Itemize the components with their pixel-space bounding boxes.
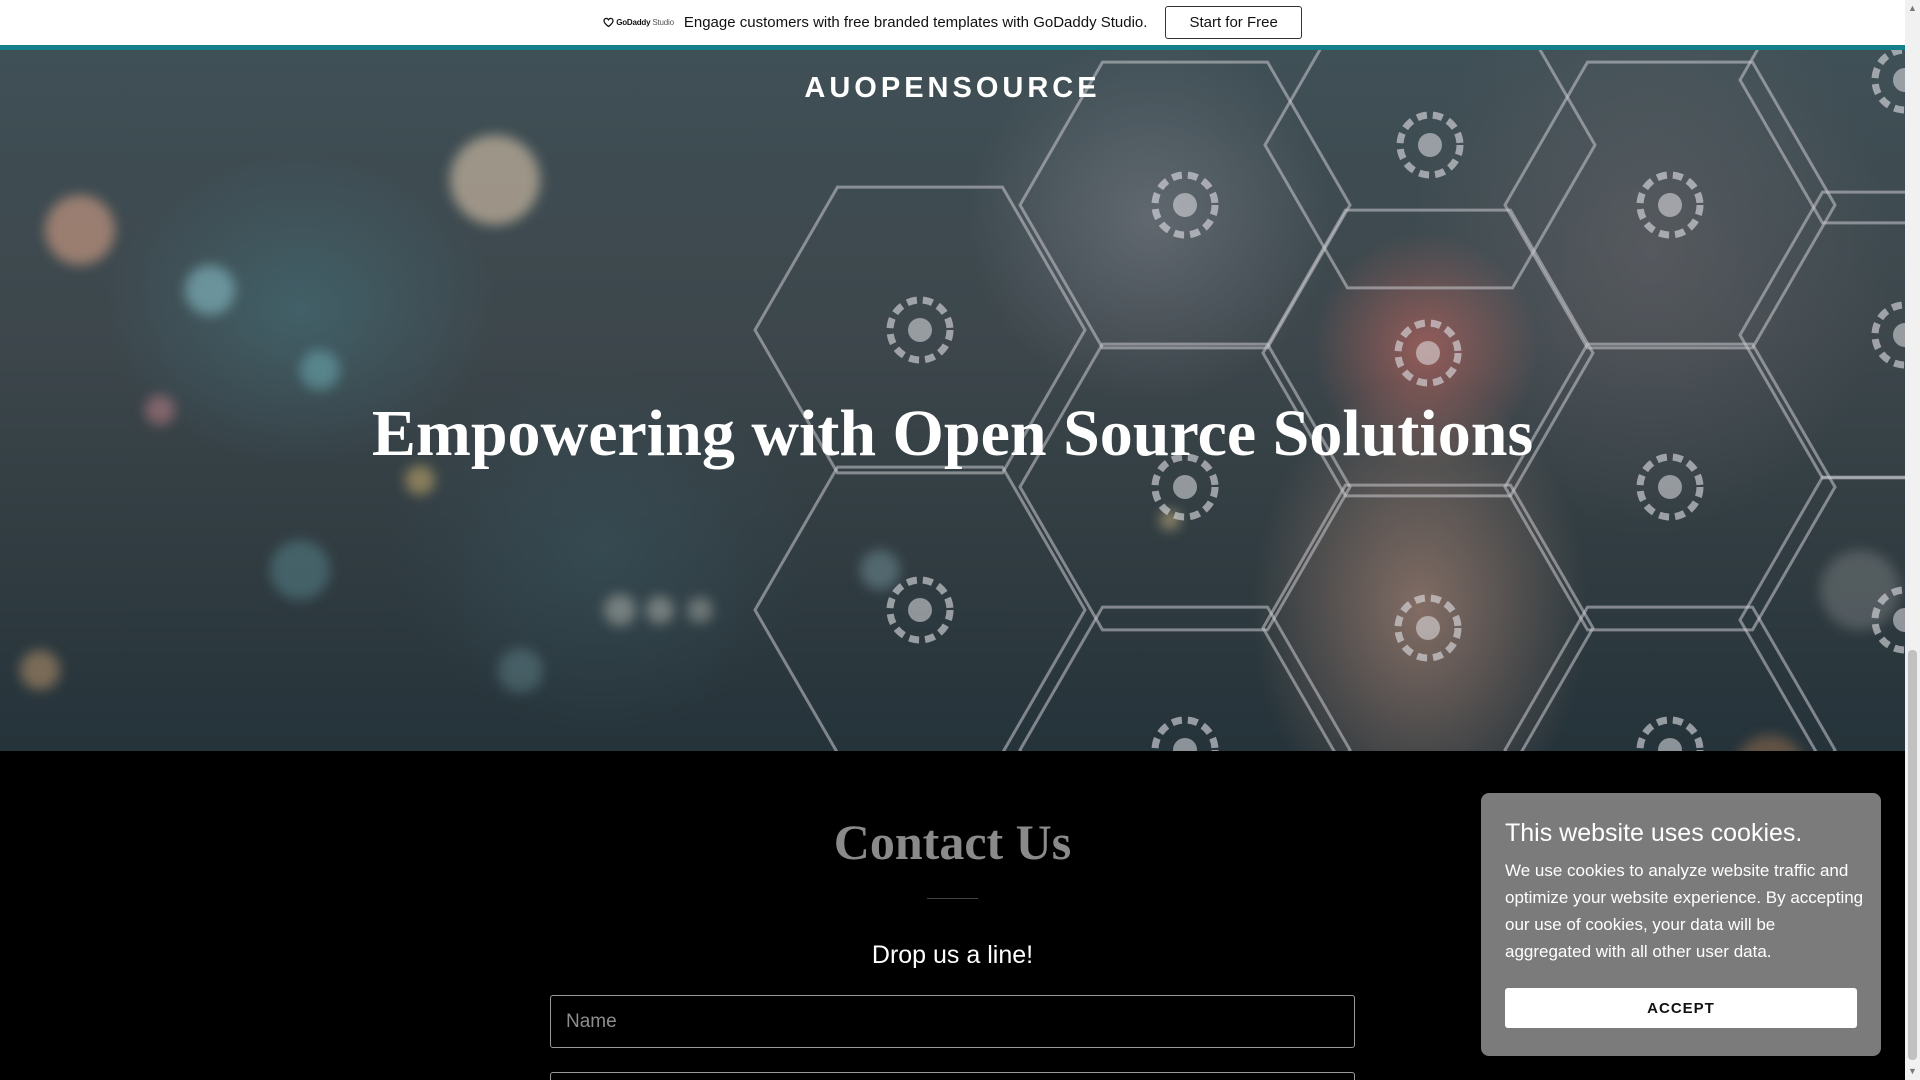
name-field[interactable]	[550, 995, 1355, 1048]
growth-chart-icon	[1503, 342, 1837, 632]
chart-gear-icon	[753, 465, 1087, 751]
page-scrollbar[interactable]: ▲ ▼	[1905, 0, 1920, 1080]
promo-bar: GoDaddy Studio Engage customers with fre…	[0, 0, 1905, 45]
site-brand[interactable]: AUOPENSOURCE	[0, 72, 1905, 105]
hero-section: AUOPENSOURCE Empowering with Open Source…	[0, 50, 1905, 751]
email-field[interactable]	[550, 1072, 1355, 1080]
cookie-banner-title: This website uses cookies.	[1505, 819, 1803, 847]
cookie-banner-body: We use cookies to analyze website traffi…	[1505, 861, 1864, 961]
promo-accent-border	[0, 45, 1905, 50]
scrollbar-thumb[interactable]	[1908, 650, 1917, 1060]
hero-title: Empowering with Open Source Solutions	[371, 397, 1534, 470]
start-for-free-button[interactable]: Start for Free	[1165, 6, 1302, 39]
lightbulb-gears-icon	[1018, 342, 1352, 632]
logo-brand-text: GoDaddy	[616, 18, 651, 27]
cookie-banner: This website uses cookies. We use cookie…	[1481, 793, 1881, 1056]
section-divider	[927, 898, 978, 899]
target-icon	[1261, 483, 1595, 751]
logo-product-text: Studio	[652, 18, 674, 27]
godaddy-studio-logo: GoDaddy Studio	[603, 16, 674, 30]
gears-icon	[1738, 475, 1905, 751]
scroll-up-arrow-icon[interactable]: ▲	[1908, 4, 1917, 13]
promo-text: Engage customers with free branded templ…	[683, 14, 1148, 31]
page: GoDaddy Studio Engage customers with fre…	[0, 0, 1920, 1080]
accept-cookies-button[interactable]: ACCEPT	[1505, 988, 1857, 1028]
scroll-down-arrow-icon[interactable]: ▼	[1908, 1067, 1917, 1076]
godaddy-heart-icon	[603, 17, 614, 28]
